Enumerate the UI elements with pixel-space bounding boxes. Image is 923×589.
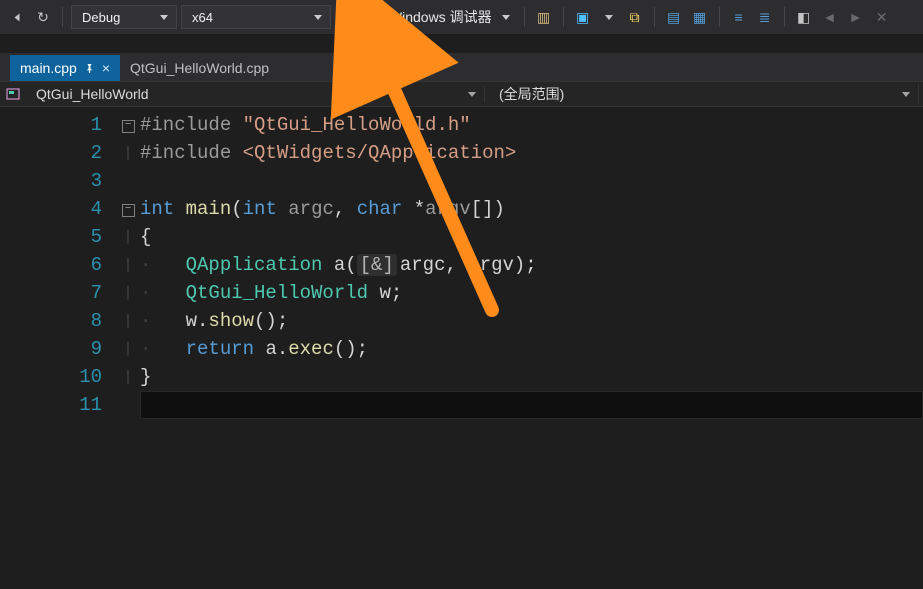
chevron-down-icon[interactable] [598,6,620,28]
indent-icon[interactable]: ▤ [663,6,685,28]
global-scope-label: (全局范围) [499,84,564,104]
bookmark-prev-icon[interactable]: ◄ [819,6,841,28]
code-line[interactable]: · return a.exec(); [140,335,923,363]
back-icon[interactable] [6,6,28,28]
project-icon [4,85,22,103]
fold-marker[interactable]: │ [120,279,136,307]
start-debugger-button[interactable]: 本地 Windows 调试器 [335,5,516,29]
project-scope-dropdown[interactable]: QtGui_HelloWorld [28,86,485,102]
separator [62,7,63,27]
platform-dropdown-label: x64 [192,10,213,25]
fold-marker[interactable]: │ [120,139,136,167]
image-icon[interactable]: ▣ [572,6,594,28]
separator [654,7,655,27]
line-number: 11 [0,391,102,419]
line-number: 8 [0,307,102,335]
editor-tab-bar: main.cpp × QtGui_HelloWorld.cpp [0,53,923,81]
fold-marker[interactable]: │ [120,251,136,279]
line-number: 7 [0,279,102,307]
tool-icon[interactable]: ⧉ [624,6,646,28]
line-number: 2 [0,139,102,167]
main-toolbar: ↻ Debug x64 本地 Windows 调试器 ▥ ▣ ⧉ ▤ ▦ ≡ ≣… [0,0,923,35]
fold-marker[interactable]: − [120,111,136,139]
start-debugger-label: 本地 Windows 调试器 [357,7,492,27]
fold-marker[interactable] [120,391,136,419]
pin-icon[interactable] [85,64,94,73]
line-number: 10 [0,363,102,391]
code-line[interactable]: #include "QtGui_HelloWorld.h" [140,111,923,139]
code-line[interactable]: int main(int argc, char *argv[]) [140,195,923,223]
code-editor[interactable]: 1234567891011 −│ −││││││ #include "QtGui… [0,107,923,589]
chevron-down-icon [502,9,510,25]
code-line[interactable]: } [140,363,923,391]
folder-icon[interactable]: ▥ [533,6,555,28]
separator [563,7,564,27]
bookmark-next-icon[interactable]: ► [845,6,867,28]
global-scope-dropdown[interactable]: (全局范围) [491,84,919,104]
line-number: 9 [0,335,102,363]
outdent-icon[interactable]: ▦ [689,6,711,28]
line-number: 1 [0,111,102,139]
project-scope-label: QtGui_HelloWorld [36,86,149,102]
fold-marker[interactable]: │ [120,307,136,335]
code-line[interactable]: · w.show(); [140,307,923,335]
separator [784,7,785,27]
fold-marker[interactable]: │ [120,363,136,391]
close-icon[interactable]: × [102,60,110,76]
chevron-down-icon [902,86,910,102]
line-number-gutter: 1234567891011 [0,107,120,589]
bookmark-clear-icon[interactable]: ✕ [871,6,893,28]
fold-column[interactable]: −│ −││││││ [120,107,136,589]
tab-qtgui-helloworld-cpp[interactable]: QtGui_HelloWorld.cpp [120,55,279,81]
line-number: 4 [0,195,102,223]
tab-main-cpp[interactable]: main.cpp × [10,55,120,81]
chevron-down-icon [306,10,322,25]
line-number: 6 [0,251,102,279]
bookmark-icon[interactable]: ◧ [793,6,815,28]
context-bar: QtGui_HelloWorld (全局范围) [0,81,923,107]
code-line[interactable]: · QApplication a([&]argc, argv); [140,251,923,279]
fold-marker[interactable]: │ [120,223,136,251]
tab-label: main.cpp [20,60,77,76]
fold-marker[interactable]: − [120,195,136,223]
platform-dropdown[interactable]: x64 [181,5,331,29]
refresh-icon[interactable]: ↻ [32,6,54,28]
code-line[interactable]: · QtGui_HelloWorld w; [140,279,923,307]
fold-marker[interactable] [120,167,136,195]
config-dropdown-label: Debug [82,10,120,25]
line-number: 3 [0,167,102,195]
separator [719,7,720,27]
code-line[interactable] [140,167,923,195]
uncomment-icon[interactable]: ≣ [754,6,776,28]
fold-marker[interactable]: │ [120,335,136,363]
code-line[interactable] [140,391,923,419]
chevron-down-icon [468,86,476,102]
config-dropdown[interactable]: Debug [71,5,177,29]
tab-label: QtGui_HelloWorld.cpp [130,60,269,76]
comment-icon[interactable]: ≡ [728,6,750,28]
line-number: 5 [0,223,102,251]
play-icon [341,11,351,23]
separator [524,7,525,27]
code-line[interactable]: #include <QtWidgets/QApplication> [140,139,923,167]
code-line[interactable]: { [140,223,923,251]
chevron-down-icon [152,10,168,25]
code-area[interactable]: #include "QtGui_HelloWorld.h"#include <Q… [136,107,923,589]
